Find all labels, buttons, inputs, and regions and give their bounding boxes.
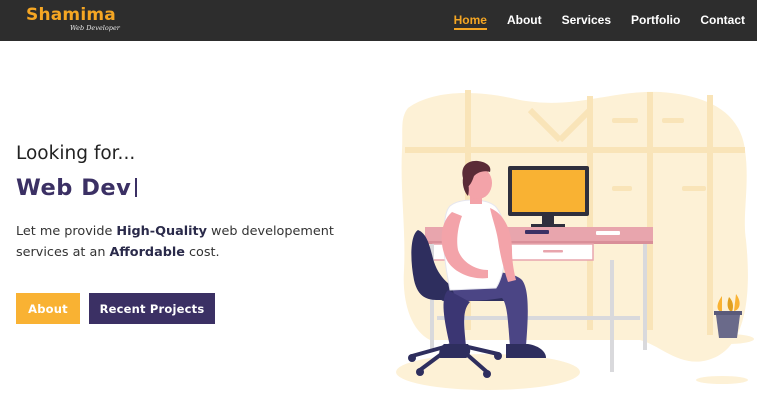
brand-logo[interactable]: Shamima Web Developer xyxy=(26,5,120,32)
nav-link-services[interactable]: Services xyxy=(562,13,611,27)
hero-desc-bold-1: High-Quality xyxy=(116,224,207,239)
typing-caret xyxy=(135,178,138,197)
hero-desc-bold-2: Affordable xyxy=(109,245,185,260)
hero-desc-text-1: Let me provide xyxy=(16,224,117,239)
brand-name: Shamima xyxy=(26,5,116,25)
recent-projects-button[interactable]: Recent Projects xyxy=(89,293,215,324)
hero-description: Let me provide High-Quality web develope… xyxy=(16,221,376,263)
brand-tagline: Web Developer xyxy=(70,24,120,32)
navbar: Shamima Web Developer Home About Service… xyxy=(0,0,757,41)
developer-at-desk-illustration xyxy=(396,90,754,390)
hero-intro: Looking for... xyxy=(16,143,136,164)
about-button[interactable]: About xyxy=(16,293,80,324)
nav-link-contact[interactable]: Contact xyxy=(700,13,745,27)
hero-typed-title: Web Dev xyxy=(16,174,138,202)
nav-link-home[interactable]: Home xyxy=(453,13,488,30)
hero-typed-text: Web Dev xyxy=(16,175,132,201)
hero-desc-text-3: cost. xyxy=(184,245,220,260)
main-nav: Home About Services Portfolio Contact xyxy=(434,13,745,30)
nav-link-about[interactable]: About xyxy=(507,13,542,27)
nav-link-portfolio[interactable]: Portfolio xyxy=(631,13,680,27)
